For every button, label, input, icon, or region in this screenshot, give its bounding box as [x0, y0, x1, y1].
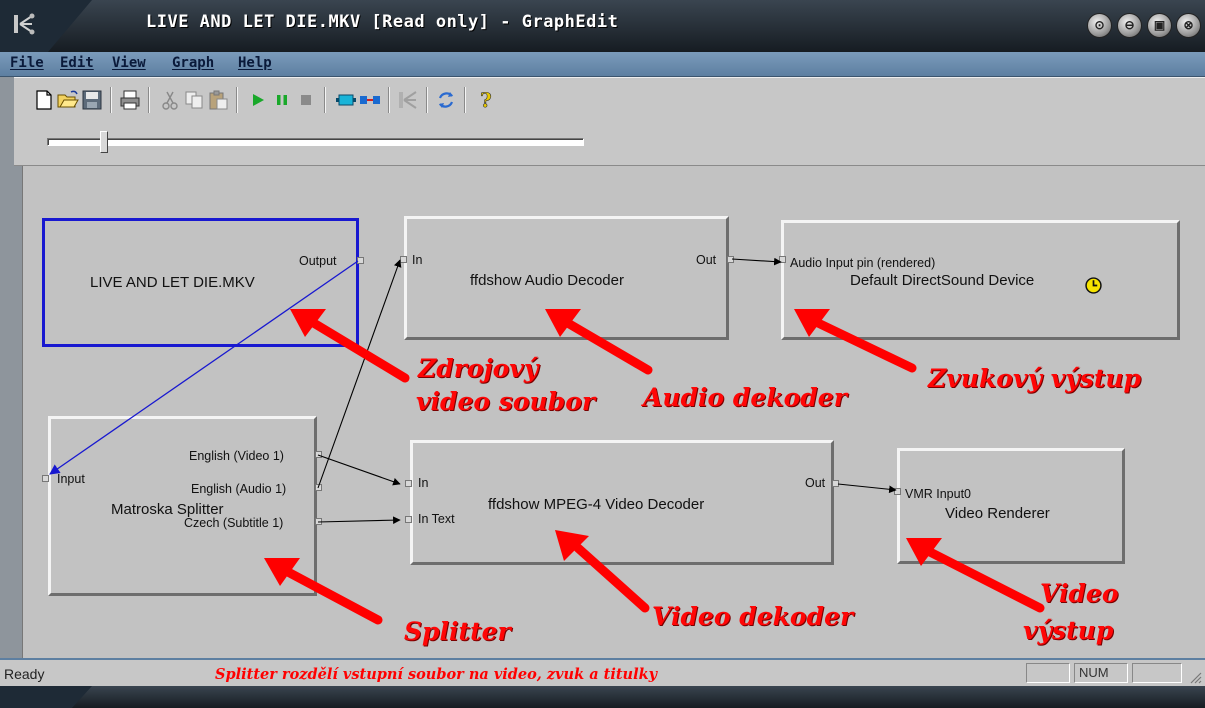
open-icon[interactable] [56, 88, 80, 112]
seek-bar-area [14, 121, 1205, 166]
annotation-audio-decoder: Audio dekoder [643, 383, 847, 412]
pin-splitter-audio[interactable] [315, 484, 322, 491]
pin-splitter-video[interactable] [315, 451, 322, 458]
toolbar-separator [426, 87, 428, 113]
annotation-source-line1: Zdrojový [418, 354, 539, 383]
graph-canvas[interactable]: LIVE AND LET DIE.MKV Output ffdshow Audi… [22, 166, 1205, 658]
status-num: NUM [1074, 663, 1128, 683]
cut-icon[interactable] [158, 88, 182, 112]
pin-splitter-subtitle[interactable] [315, 518, 322, 525]
play-icon[interactable] [246, 88, 270, 112]
graphedit-app-icon[interactable] [12, 12, 36, 36]
graphedit-window: LIVE AND LET DIE.MKV [Read only] - Graph… [0, 0, 1205, 708]
pin-video-renderer-in[interactable] [894, 488, 901, 495]
pin-label-subtitle: Czech (Subtitle 1) [184, 516, 284, 530]
pin-video-decoder-in[interactable] [405, 480, 412, 487]
pin-video-decoder-in-text[interactable] [405, 516, 412, 523]
pin-audio-renderer-in[interactable] [779, 256, 786, 263]
status-panel [1132, 663, 1182, 683]
menu-file[interactable]: File [10, 55, 44, 71]
filter-video-decoder[interactable]: ffdshow MPEG-4 Video Decoder In In Text … [410, 440, 834, 565]
refresh-icon[interactable] [434, 88, 458, 112]
pin-label-input: Input [57, 472, 85, 486]
filter-name: ffdshow MPEG-4 Video Decoder [488, 496, 705, 513]
filter-video-renderer[interactable]: VMR Input0 Video Renderer [897, 448, 1125, 564]
pause-icon[interactable] [270, 88, 294, 112]
status-panel [1026, 663, 1070, 683]
pin-audio-decoder-out[interactable] [727, 256, 734, 263]
filter-name: Video Renderer [945, 505, 1050, 522]
annotation-video-output-line2: výstup [1023, 616, 1114, 645]
toolbar-separator [464, 87, 466, 113]
minimize-icon[interactable]: ⊙ [1087, 13, 1112, 38]
insert-filter-icon[interactable] [334, 88, 358, 112]
pin-source-output[interactable] [357, 257, 364, 264]
save-icon[interactable] [80, 88, 104, 112]
stop-icon[interactable] [294, 88, 318, 112]
toolbar-separator [388, 87, 390, 113]
new-icon[interactable] [32, 88, 56, 112]
pin-label-out: Out [696, 253, 717, 267]
print-icon[interactable] [118, 88, 142, 112]
connect-icon[interactable] [358, 88, 382, 112]
pin-label-audio: English (Audio 1) [191, 482, 287, 496]
menu-graph[interactable]: Graph [172, 55, 214, 71]
pin-video-decoder-out[interactable] [832, 480, 839, 487]
annotation-audio-output: Zvukový výstup [928, 364, 1142, 393]
copy-icon[interactable] [182, 88, 206, 112]
seek-thumb[interactable] [100, 131, 108, 153]
menu-help[interactable]: Help [238, 55, 272, 71]
annotation-video-decoder: Video dekoder [652, 602, 854, 631]
help-icon[interactable]: ? [474, 88, 498, 112]
window-title: LIVE AND LET DIE.MKV [Read only] - Graph… [146, 12, 619, 32]
filter-name: Default DirectSound Device [850, 272, 1035, 289]
pin-audio-decoder-in[interactable] [400, 256, 407, 263]
filter-audio-decoder[interactable]: ffdshow Audio Decoder In Out [404, 216, 729, 340]
close-icon[interactable]: ⊗ [1176, 13, 1201, 38]
toolbar-separator [110, 87, 112, 113]
bottom-frame [0, 686, 1205, 708]
renderer-icon[interactable] [396, 88, 420, 112]
filter-source[interactable]: LIVE AND LET DIE.MKV Output [42, 218, 359, 347]
status-text: Ready [4, 666, 45, 682]
paste-icon[interactable] [206, 88, 230, 112]
menu-view[interactable]: View [112, 55, 146, 71]
pin-label-out: Out [805, 476, 826, 490]
filter-splitter[interactable]: Input Matroska Splitter English (Video 1… [48, 416, 317, 596]
filter-name: ffdshow Audio Decoder [470, 272, 624, 289]
status-note: Splitter rozdělí vstupní soubor na video… [215, 666, 658, 683]
filter-audio-renderer[interactable]: Audio Input pin (rendered) Default Direc… [781, 220, 1180, 340]
pin-label-in: In [418, 476, 429, 490]
toolbar-separator [236, 87, 238, 113]
pin-label-output: Output [299, 254, 337, 268]
restore-icon[interactable]: ⊖ [1117, 13, 1142, 38]
annotation-splitter: Splitter [404, 617, 511, 646]
pin-label-video: English (Video 1) [189, 449, 284, 463]
reference-clock-icon [1085, 277, 1102, 294]
toolbar: ? [14, 77, 1205, 122]
svg-text:?: ? [480, 88, 492, 112]
maximize-icon[interactable]: ▣ [1147, 13, 1172, 38]
toolbar-separator [148, 87, 150, 113]
pin-label-audio-input: Audio Input pin (rendered) [790, 256, 936, 270]
status-bar: Ready Splitter rozdělí vstupní soubor na… [0, 658, 1205, 688]
annotation-video-output-line1: Video [1040, 579, 1119, 608]
seek-track[interactable] [47, 138, 584, 146]
pin-label-in-text: In Text [418, 512, 455, 526]
pin-label-vmr-input: VMR Input0 [905, 487, 972, 501]
menu-bar: File Edit View Graph Help [0, 52, 1205, 77]
toolbar-separator [324, 87, 326, 113]
menu-edit[interactable]: Edit [60, 55, 94, 71]
annotation-source-line2: video soubor [416, 387, 596, 416]
bottom-notch [0, 686, 92, 708]
filter-name: LIVE AND LET DIE.MKV [90, 274, 255, 291]
title-bar[interactable]: LIVE AND LET DIE.MKV [Read only] - Graph… [0, 0, 1205, 52]
resize-grip-icon[interactable] [1188, 670, 1202, 684]
pin-splitter-input[interactable] [42, 475, 49, 482]
pin-label-in: In [412, 253, 423, 267]
